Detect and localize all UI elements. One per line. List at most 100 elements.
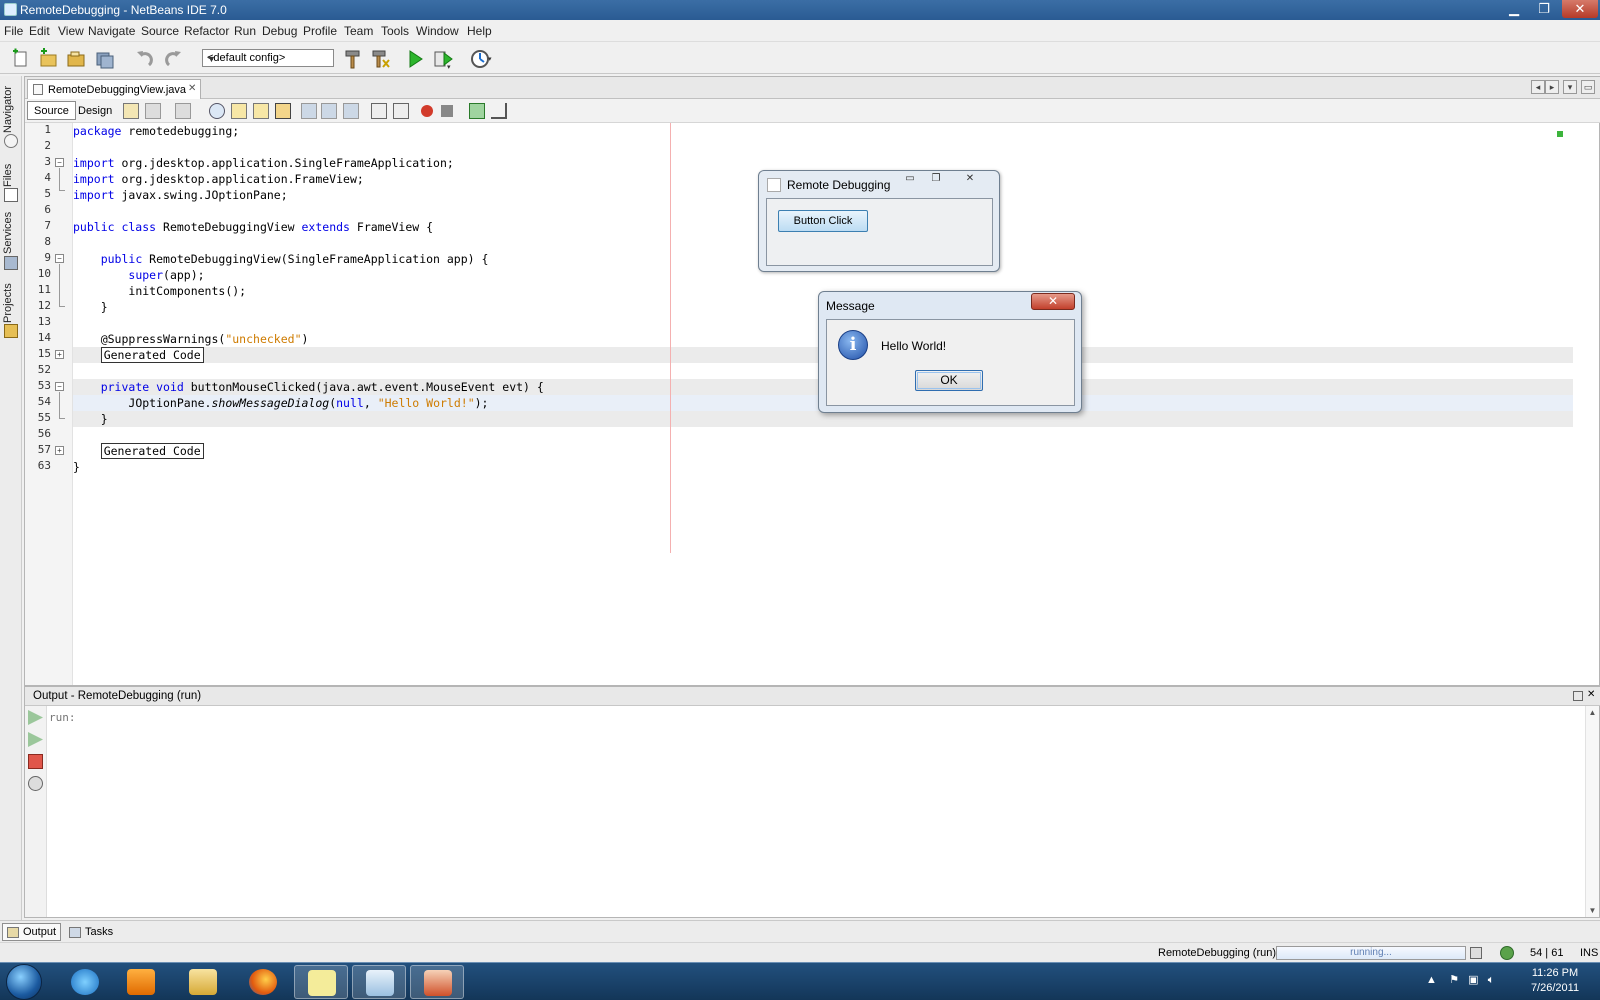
undo-icon[interactable]: [134, 48, 156, 70]
ok-button[interactable]: OK: [915, 370, 983, 391]
maximize-editor-icon[interactable]: ▭: [1581, 80, 1595, 94]
app-close-button[interactable]: ✕: [959, 173, 981, 187]
forward-icon[interactable]: [175, 103, 191, 119]
last-edit-icon[interactable]: [123, 103, 139, 119]
output-scrollbar[interactable]: ▲ ▼: [1585, 706, 1599, 917]
taskbar-firefox[interactable]: [236, 965, 290, 999]
menu-navigate[interactable]: Navigate: [88, 24, 135, 38]
taskbar-clock[interactable]: 11:26 PM 7/26/2011: [1518, 966, 1592, 996]
taskbar-sticky-notes[interactable]: [294, 965, 348, 999]
menu-edit[interactable]: Edit: [29, 24, 50, 38]
config-select[interactable]: <default config> ▼: [202, 49, 334, 67]
menu-help[interactable]: Help: [467, 24, 492, 38]
menu-debug[interactable]: Debug: [262, 24, 297, 38]
taskbar-internet-explorer[interactable]: [58, 965, 112, 999]
scroll-tabs-right-icon[interactable]: ▸: [1545, 80, 1559, 94]
source-view-button[interactable]: Source: [27, 101, 76, 120]
menu-view[interactable]: View: [58, 24, 84, 38]
uncomment-icon[interactable]: [491, 103, 507, 119]
button-click-button[interactable]: Button Click: [778, 210, 868, 232]
toggle-highlight-icon[interactable]: [275, 103, 291, 119]
run-progress-bar[interactable]: running...: [1276, 946, 1466, 960]
build-hammer-icon[interactable]: [342, 48, 364, 70]
projects-tab[interactable]: Projects: [2, 282, 20, 324]
scroll-down-icon[interactable]: ▼: [1586, 906, 1599, 915]
fold-collapse-icon[interactable]: −: [55, 382, 64, 391]
stop-icon[interactable]: [28, 754, 43, 769]
settings-icon[interactable]: [28, 776, 43, 791]
files-tab[interactable]: Files: [2, 160, 20, 190]
message-close-button[interactable]: ✕: [1031, 293, 1075, 310]
cancel-task-icon[interactable]: [1470, 947, 1482, 959]
app-minimize-button[interactable]: ▭: [899, 173, 921, 187]
network-icon[interactable]: ▣: [1468, 974, 1478, 986]
taskbar-netbeans[interactable]: [352, 965, 406, 999]
fold-collapse-icon[interactable]: −: [55, 254, 64, 263]
shift-left-icon[interactable]: [371, 103, 387, 119]
run-project-icon[interactable]: [404, 48, 426, 70]
find-previous-icon[interactable]: [231, 103, 247, 119]
save-all-icon[interactable]: [94, 48, 116, 70]
stop-macro-icon[interactable]: [441, 105, 453, 117]
debug-project-icon[interactable]: ▾: [432, 48, 454, 71]
show-hidden-icons-icon[interactable]: ▲: [1426, 974, 1437, 986]
profile-project-icon[interactable]: ▾: [470, 48, 492, 70]
open-project-icon[interactable]: [66, 48, 88, 70]
taskbar-java-app[interactable]: [410, 965, 464, 999]
toggle-bookmark-icon[interactable]: [343, 103, 359, 119]
start-button[interactable]: [6, 964, 42, 1000]
insert-mode: INS: [1580, 947, 1599, 959]
close-output-icon[interactable]: ✕: [1587, 689, 1595, 700]
netbeans-cube-icon: [366, 970, 394, 996]
maximize-output-icon[interactable]: [1573, 691, 1583, 701]
navigator-tab[interactable]: Navigator: [2, 82, 20, 136]
design-view-button[interactable]: Design: [71, 101, 119, 120]
fold-collapse-icon[interactable]: −: [55, 158, 64, 167]
menu-window[interactable]: Window: [416, 24, 459, 38]
app-maximize-button[interactable]: ❐: [925, 173, 947, 187]
menu-profile[interactable]: Profile: [303, 24, 337, 38]
rerun-with-parameters-icon[interactable]: [28, 732, 43, 747]
taskbar-explorer[interactable]: [176, 965, 230, 999]
redo-icon[interactable]: [162, 48, 184, 70]
action-center-flag-icon[interactable]: ⚑: [1449, 974, 1459, 986]
find-next-icon[interactable]: [253, 103, 269, 119]
menu-source[interactable]: Source: [141, 24, 179, 38]
generated-code-fold[interactable]: Generated Code: [100, 347, 204, 363]
menu-file[interactable]: File: [4, 24, 23, 38]
new-project-icon[interactable]: [38, 48, 60, 70]
back-icon[interactable]: [145, 103, 161, 119]
fold-expand-icon[interactable]: +: [55, 350, 64, 359]
file-tab-label: RemoteDebuggingView.java: [48, 84, 186, 96]
update-available-icon[interactable]: [1500, 946, 1514, 960]
find-icon[interactable]: [209, 103, 225, 119]
show-opened-documents-icon[interactable]: ▾: [1563, 80, 1577, 94]
shift-right-icon[interactable]: [393, 103, 409, 119]
rerun-icon[interactable]: [28, 710, 43, 725]
maximize-button[interactable]: ❐: [1530, 0, 1558, 18]
minimize-button[interactable]: ▁: [1500, 0, 1528, 18]
fold-expand-icon[interactable]: +: [55, 446, 64, 455]
previous-bookmark-icon[interactable]: [301, 103, 317, 119]
comment-icon[interactable]: [469, 103, 485, 119]
start-macro-icon[interactable]: [421, 105, 433, 117]
volume-icon[interactable]: 🔈︎: [1488, 974, 1495, 986]
close-button[interactable]: ✕: [1562, 0, 1598, 18]
new-file-icon[interactable]: [10, 48, 32, 70]
scroll-tabs-left-icon[interactable]: ◂: [1531, 80, 1545, 94]
output-tab[interactable]: Output: [2, 923, 62, 941]
next-bookmark-icon[interactable]: [321, 103, 337, 119]
taskbar-media-player[interactable]: [114, 965, 168, 999]
menu-run[interactable]: Run: [234, 24, 256, 38]
file-tab[interactable]: RemoteDebuggingView.java ✕: [27, 79, 201, 99]
clean-build-icon[interactable]: [370, 48, 392, 70]
menu-team[interactable]: Team: [344, 24, 373, 38]
menu-tools[interactable]: Tools: [381, 24, 409, 38]
services-tab[interactable]: Services: [2, 210, 20, 256]
menu-refactor[interactable]: Refactor: [184, 24, 229, 38]
generated-code-fold[interactable]: Generated Code: [100, 443, 204, 459]
tasks-tab[interactable]: Tasks: [64, 923, 118, 941]
line-number: 15: [37, 347, 51, 360]
close-tab-icon[interactable]: ✕: [188, 83, 196, 94]
scroll-up-icon[interactable]: ▲: [1586, 708, 1599, 717]
